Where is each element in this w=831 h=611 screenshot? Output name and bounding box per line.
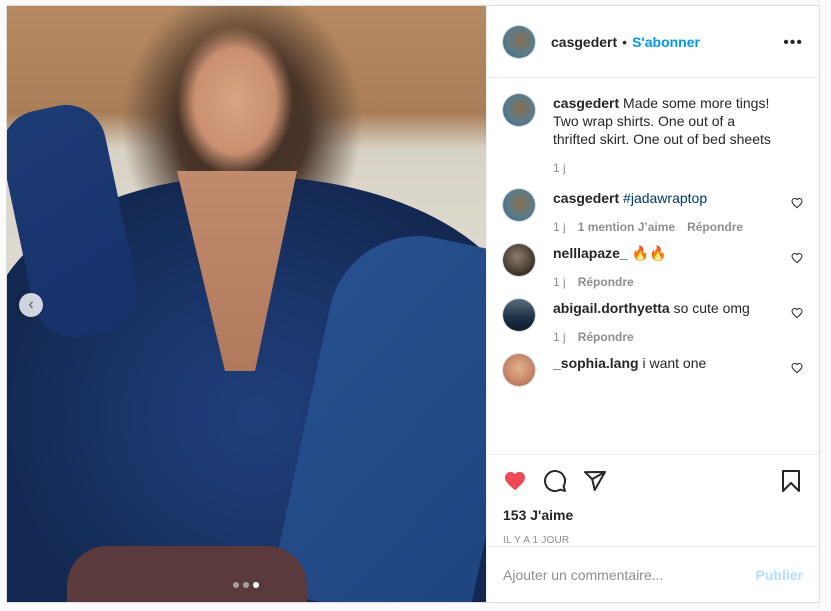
comment-body: casgedert Made some more tings! Two wrap… [553,94,803,175]
caption: casgedert Made some more tings! Two wrap… [503,94,803,175]
comment-body: nelllapaze_ 🔥🔥 1 j Répondre [553,244,803,289]
share-icon[interactable] [583,469,607,493]
post-actions: 153 J'aime IL Y A 1 JOUR [487,454,819,546]
comment-text: nelllapaze_ 🔥🔥 [553,244,803,262]
comment-text: casgedert Made some more tings! Two wrap… [553,94,803,148]
carousel-indicator [233,582,259,588]
comment-body: _sophia.lang i want one [553,354,803,386]
reply-button[interactable]: Répondre [578,275,634,289]
author-username[interactable]: casgedert [551,34,617,50]
comment-like-heart-icon[interactable] [791,307,803,319]
publish-button[interactable]: Publier [756,567,803,583]
commenter-username[interactable]: _sophia.lang [553,355,639,371]
comment-like-heart-icon[interactable] [791,197,803,209]
author-avatar[interactable] [503,25,535,58]
post-timestamp: IL Y A 1 JOUR [503,535,570,546]
prev-chevron-icon: ‹ [28,296,34,313]
comment-text: casgedert #jadawraptop [553,189,803,207]
comment-body: abigail.dorthyetta so cute omg 1 j Répondr… [553,299,803,344]
carousel-dot [253,582,259,588]
more-icon[interactable]: ••• [783,34,803,52]
commenter-avatar[interactable] [503,189,535,221]
comment-item: abigail.dorthyetta so cute omg 1 j Répondr… [503,299,803,344]
commenter-avatar[interactable] [503,299,535,331]
carousel-dot [233,582,239,588]
commenter-username[interactable]: casgedert [553,190,619,206]
reply-button[interactable]: Répondre [578,330,634,344]
heart-icon[interactable] [503,469,527,493]
add-comment-bar: Publier [487,546,819,602]
comment-text: _sophia.lang i want one [553,354,803,372]
photo-pants [67,546,307,602]
comment-time: 1 j [553,161,566,175]
comment-time: 1 j [553,330,566,344]
comment-meta: 1 j [553,161,803,175]
reply-button[interactable]: Répondre [687,220,743,234]
comment-meta: 1 j Répondre [553,330,803,344]
post-card: ‹ casgedert • S'abonner ••• casgedert Ma… [6,5,820,603]
commenter-avatar[interactable] [503,244,535,276]
comment-icon[interactable] [543,469,567,493]
comment-input[interactable] [503,566,756,583]
commenter-avatar[interactable] [503,354,535,386]
bookmark-icon[interactable] [779,469,803,493]
commenter-username[interactable]: abigail.dorthyetta [553,300,670,316]
hashtag-link[interactable]: #jadawraptop [623,190,707,206]
comment-meta: 1 j 1 mention J’aime Répondre [553,220,803,234]
post-sidebar: casgedert • S'abonner ••• casgedert Made… [486,6,819,602]
comment-body: casgedert #jadawraptop 1 j 1 mention J’aim… [553,189,803,234]
action-icons [503,461,803,501]
header-separator: • [622,33,628,50]
carousel-dot [243,582,249,588]
commenter-avatar[interactable] [503,94,535,126]
carousel-prev-button[interactable]: ‹ [19,293,43,317]
comment-meta: 1 j Répondre [553,275,803,289]
comment-like-heart-icon[interactable] [791,362,803,374]
photo-face [175,26,295,176]
post-header: casgedert • S'abonner ••• [487,6,819,78]
comment-message: so cute omg [673,300,750,316]
comment-message: i want one [642,355,707,371]
comment-item: _sophia.lang i want one [503,354,803,386]
comment-likes[interactable]: 1 mention J’aime [578,220,675,234]
comment-time: 1 j [553,220,566,234]
commenter-username[interactable]: nelllapaze_ [553,245,628,261]
comment-text: abigail.dorthyetta so cute omg [553,299,803,317]
comment-item: nelllapaze_ 🔥🔥 1 j Répondre [503,244,803,289]
post-photo[interactable]: ‹ [7,6,486,602]
comments-list[interactable]: casgedert Made some more tings! Two wrap… [487,78,819,454]
comment-time: 1 j [553,275,566,289]
comment-message: 🔥🔥 [631,245,667,261]
comment-item: casgedert #jadawraptop 1 j 1 mention J’aim… [503,189,803,234]
follow-button[interactable]: S'abonner [632,34,700,50]
likes-count[interactable]: 153 J'aime [503,507,803,523]
comment-like-heart-icon[interactable] [791,252,803,264]
commenter-username[interactable]: casgedert [553,95,619,111]
